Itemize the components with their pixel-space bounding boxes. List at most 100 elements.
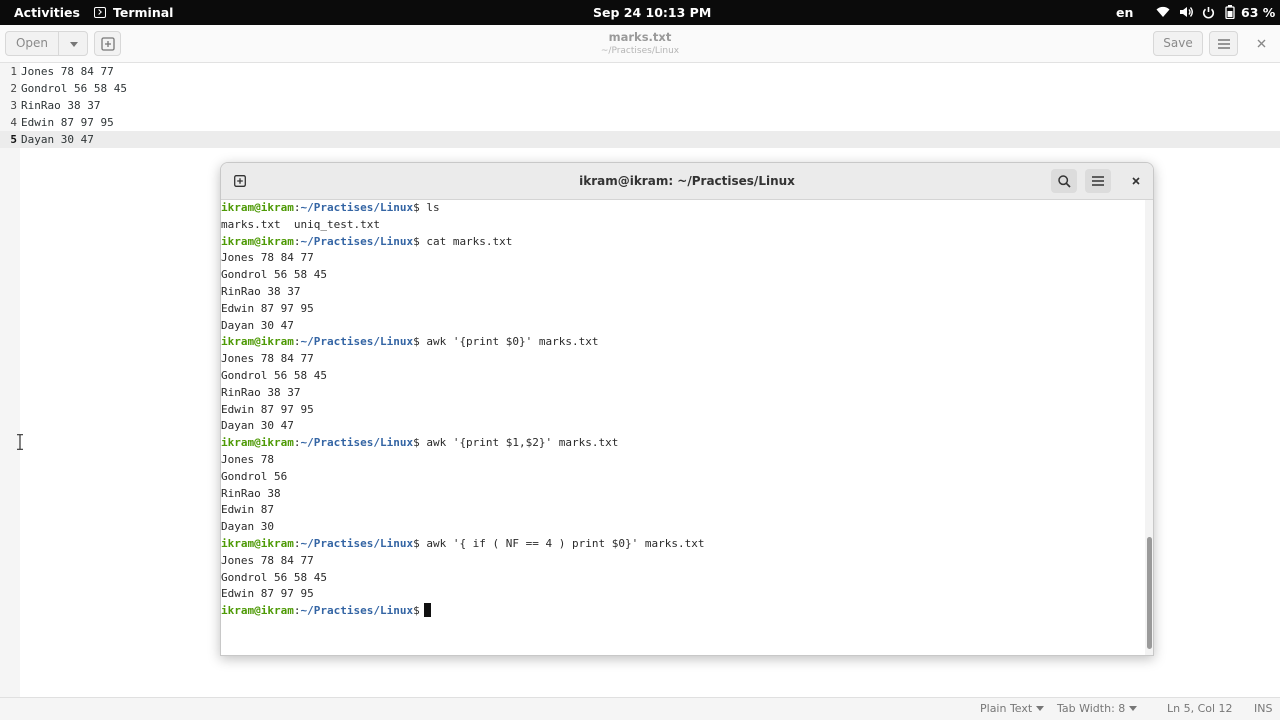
command-text: ls — [419, 201, 440, 214]
command-text: cat marks.txt — [419, 234, 513, 248]
terminal-output-line: RinRao 38 37 — [221, 385, 301, 399]
system-tray[interactable]: 63 % — [1156, 0, 1276, 25]
document-path: ~/Practises/Linux — [600, 46, 680, 56]
prompt-symbol: $ — [413, 234, 420, 248]
close-icon — [1132, 177, 1140, 185]
terminal-icon — [94, 7, 106, 18]
terminal-search-button[interactable] — [1051, 169, 1077, 193]
prompt-path: ~/Practises/Linux — [300, 234, 414, 248]
terminal-output-line: Dayan 30 — [221, 520, 274, 534]
prompt-user: ikram@ikram — [221, 201, 294, 214]
document-title: marks.txt — [608, 30, 672, 44]
command-text: awk '{print $1,$2}' marks.txt — [419, 436, 619, 450]
terminal-scrollbar[interactable] — [1145, 200, 1153, 655]
terminal-menu-button[interactable] — [1085, 169, 1111, 193]
terminal-command-line: ikram@ikram:~/Practises/Linux$ cat marks… — [221, 234, 1145, 251]
line-number: 3 — [10, 99, 17, 112]
line-number-gutter — [0, 63, 20, 697]
tab-width-label: Tab Width: 8 — [1057, 702, 1126, 715]
editor-line[interactable]: 2 Gondrol 56 58 45 — [0, 80, 1280, 97]
terminal-output-line: Gondrol 56 58 45 — [221, 368, 327, 382]
editor-status-bar: Plain Text Tab Width: 8 Ln 5, Col 12 INS — [0, 697, 1280, 720]
cursor-position[interactable]: Ln 5, Col 12 — [1167, 698, 1233, 720]
terminal-output-line: RinRao 38 37 — [221, 284, 301, 298]
line-text: Gondrol 56 58 45 — [21, 82, 127, 95]
mouse-ibeam-icon — [17, 434, 23, 450]
terminal-output-line: Gondrol 56 58 45 — [221, 268, 327, 282]
editor-line[interactable]: 1 Jones 78 84 77 — [0, 63, 1280, 80]
prompt-symbol: $ — [413, 604, 420, 618]
line-text: Dayan 30 47 — [21, 133, 94, 146]
close-icon — [1257, 39, 1266, 48]
prompt-symbol: $ — [413, 436, 420, 450]
terminal-output-line: RinRao 38 — [221, 486, 281, 500]
scrollbar-thumb[interactable] — [1147, 537, 1152, 649]
window-close-button[interactable] — [1250, 31, 1274, 56]
line-text: RinRao 38 37 — [21, 99, 101, 112]
terminal-output-line: marks.txt uniq_test.txt — [221, 217, 380, 231]
prompt-symbol: $ — [413, 335, 420, 349]
line-number: 2 — [10, 82, 17, 95]
terminal-output-line: Jones 78 84 77 — [221, 553, 314, 567]
prompt-user: ikram@ikram — [221, 604, 294, 618]
save-button[interactable]: Save — [1153, 31, 1203, 56]
prompt-path: ~/Practises/Linux — [300, 201, 414, 214]
terminal-output-line: Dayan 30 47 — [221, 318, 294, 332]
top-bar: Activities Terminal Sep 24 10:13 PM en 6… — [0, 0, 1280, 25]
line-text: Jones 78 84 77 — [21, 65, 114, 78]
volume-icon — [1180, 7, 1193, 17]
editor-line[interactable]: 4 Edwin 87 97 95 — [0, 114, 1280, 131]
power-icon — [1202, 7, 1215, 19]
terminal-header-bar[interactable]: ikram@ikram: ~/Practises/Linux — [221, 163, 1153, 200]
terminal-output-line: Jones 78 — [221, 452, 274, 466]
prompt-symbol: $ — [413, 536, 420, 550]
terminal-output-line: Edwin 87 97 95 — [221, 301, 314, 315]
terminal-command-line: ikram@ikram:~/Practises/Linux$ awk '{pri… — [221, 334, 1145, 351]
line-number: 5 — [10, 133, 17, 146]
line-number: 1 — [10, 65, 17, 78]
language-label: Plain Text — [980, 702, 1033, 715]
terminal-output-line: Jones 78 84 77 — [221, 352, 314, 366]
prompt-user: ikram@ikram — [221, 536, 294, 550]
prompt-path: ~/Practises/Linux — [300, 335, 414, 349]
insert-mode: INS — [1254, 702, 1273, 715]
terminal-title: ikram@ikram: ~/Practises/Linux — [579, 174, 795, 188]
line-text: Edwin 87 97 95 — [21, 116, 114, 129]
tab-width-selector[interactable]: Tab Width: 8 — [1057, 698, 1138, 720]
terminal-output-line: Edwin 87 — [221, 503, 274, 517]
prompt-user: ikram@ikram — [221, 335, 294, 349]
command-text: awk '{ if ( NF == 4 ) print $0}' marks.t… — [419, 536, 705, 550]
terminal-output-line: Jones 78 84 77 — [221, 251, 314, 265]
wifi-icon — [1156, 6, 1170, 17]
app-name: Terminal — [113, 5, 174, 20]
terminal-cursor — [423, 603, 431, 618]
battery-icon — [1225, 5, 1235, 19]
terminal-active-prompt: ikram@ikram:~/Practises/Linux$ — [221, 603, 1145, 620]
command-text: awk '{print $0}' marks.txt — [419, 335, 599, 349]
terminal-output-line: Dayan 30 47 — [221, 419, 294, 433]
terminal-output-line: Edwin 87 97 95 — [221, 402, 314, 416]
prompt-path: ~/Practises/Linux — [300, 536, 414, 550]
editor-line[interactable]: 3 RinRao 38 37 — [0, 97, 1280, 114]
terminal-window[interactable]: ikram@ikram: ~/Practises/Linux ikram@ikr… — [220, 162, 1154, 656]
terminal-output-line: Gondrol 56 58 45 — [221, 570, 327, 584]
app-menu[interactable]: Terminal — [94, 0, 173, 25]
prompt-path: ~/Practises/Linux — [300, 436, 414, 450]
terminal-output[interactable]: ikram@ikram:~/Practises/Linux$ ls marks.t… — [221, 200, 1145, 655]
hamburger-menu-icon — [1092, 176, 1104, 186]
menu-button[interactable] — [1209, 31, 1238, 56]
terminal-close-button[interactable] — [1123, 169, 1149, 193]
activities-button[interactable]: Activities — [14, 0, 80, 25]
editor-line-current[interactable]: 5 Dayan 30 47 — [0, 131, 1280, 148]
language-selector[interactable]: Plain Text — [980, 698, 1045, 720]
terminal-output-line: Gondrol 56 — [221, 469, 288, 483]
hamburger-menu-icon — [1218, 39, 1230, 49]
language-indicator[interactable]: en — [1116, 0, 1133, 25]
battery-percent: 63 % — [1241, 5, 1276, 20]
prompt-user: ikram@ikram — [221, 234, 294, 248]
search-icon — [1058, 175, 1071, 188]
chevron-down-icon — [1036, 706, 1045, 711]
terminal-command-line: ikram@ikram:~/Practises/Linux$ ls — [221, 200, 1145, 217]
prompt-path: ~/Practises/Linux — [300, 604, 414, 618]
clock[interactable]: Sep 24 10:13 PM — [593, 0, 711, 25]
